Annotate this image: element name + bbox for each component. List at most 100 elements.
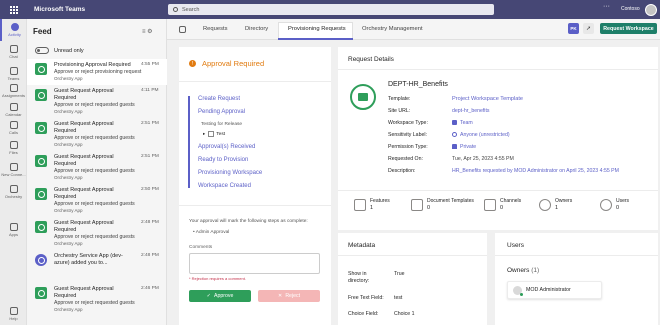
step-approvals-received[interactable]: Approval(s) Received bbox=[198, 144, 255, 150]
step-create-request[interactable]: Create Request bbox=[198, 96, 240, 102]
feed-item-time: 2:46 PM bbox=[141, 286, 159, 291]
step-pending-approval[interactable]: Pending Approval bbox=[198, 109, 245, 115]
detail-value[interactable]: Project Workspace Template bbox=[452, 96, 652, 102]
detail-value-text: dept-hr_benefits bbox=[452, 108, 490, 114]
rail-item-apps[interactable]: Apps bbox=[0, 219, 27, 241]
help-icon bbox=[9, 307, 18, 315]
divider bbox=[338, 69, 658, 70]
reject-label: Reject bbox=[285, 293, 301, 299]
unread-only-label: Unread only bbox=[54, 47, 84, 54]
send-icon[interactable]: ➚ bbox=[583, 23, 594, 34]
divider bbox=[495, 255, 658, 256]
approval-note: Your approval will mark the following st… bbox=[189, 219, 308, 224]
rejection-error: * Rejection requires a comment. bbox=[189, 276, 246, 281]
approve-button[interactable]: ✓ Approve bbox=[189, 290, 251, 302]
app-launcher-icon[interactable] bbox=[8, 4, 20, 16]
stat-owners[interactable]: Owners 1 bbox=[539, 198, 572, 211]
stat-features[interactable]: Features 1 bbox=[354, 198, 390, 211]
stat-channels[interactable]: Channels 0 bbox=[484, 198, 521, 211]
expand-caret-icon[interactable]: ▸ bbox=[203, 131, 205, 137]
rail-item-orchestry[interactable]: Orchestry bbox=[0, 181, 27, 203]
approval-header: ! Approval Required bbox=[189, 59, 264, 68]
rail-item-calls[interactable]: Calls bbox=[0, 117, 27, 139]
request-workspace-button[interactable]: Request Workspace bbox=[600, 23, 657, 34]
detail-value-text: Tue, Apr 25, 2023 4:55 PM bbox=[452, 156, 514, 162]
stat-text: Document Templates 0 bbox=[427, 198, 474, 211]
avatar[interactable] bbox=[645, 4, 657, 16]
search-input[interactable]: Search bbox=[168, 4, 494, 15]
detail-value: Anyone (unrestricted) bbox=[452, 132, 652, 138]
feed-item-description: Approve or reject requested guests bbox=[54, 201, 135, 207]
detail-value-text: HR_Benefits requested by MOD Administrat… bbox=[452, 168, 619, 174]
tab-requests[interactable]: Requests bbox=[203, 26, 228, 32]
feed-item[interactable]: Guest Request Approval Required 2:48 PM Ap… bbox=[27, 217, 167, 250]
org-name: Contoso bbox=[621, 6, 640, 12]
divider bbox=[179, 81, 331, 82]
assignments-icon bbox=[9, 84, 18, 92]
stat-label: Features bbox=[370, 198, 390, 204]
comments-label: Comments bbox=[189, 245, 213, 250]
feed-item[interactable]: Guest Request Approval Required 2:46 PM Ap… bbox=[27, 283, 167, 316]
detail-value[interactable]: dept-hr_benefits bbox=[452, 108, 652, 114]
step-provisioning-workspace[interactable]: Provisioning Workspace bbox=[198, 170, 262, 176]
stat-document-templates[interactable]: Document Templates 0 bbox=[411, 198, 474, 211]
bell-icon bbox=[10, 23, 19, 31]
orchestry-app-icon bbox=[35, 63, 47, 75]
search-icon bbox=[173, 7, 178, 12]
tabs-app-icon[interactable] bbox=[179, 26, 186, 33]
feed-item-description: Approve or reject requested guests bbox=[54, 102, 135, 108]
step-workspace-created[interactable]: Workspace Created bbox=[198, 183, 251, 189]
unread-only-toggle[interactable]: Unread only bbox=[35, 47, 84, 54]
feed-item[interactable]: Guest Request Approval Required 2:51 PM Ap… bbox=[27, 118, 167, 151]
owner-card[interactable]: MOD Administrator bbox=[507, 281, 602, 299]
user-chip[interactable]: PK bbox=[568, 23, 579, 34]
stats-row: Features 1 Document Templates 0 Channels 0 Own… bbox=[348, 198, 648, 216]
test-checkbox-row[interactable]: ▸ Test bbox=[203, 131, 225, 137]
comments-field[interactable] bbox=[189, 253, 320, 274]
owners-label: Owners bbox=[507, 267, 530, 274]
metadata-label: Show in directory: bbox=[348, 271, 370, 284]
step-ready-to-provision[interactable]: Ready to Provision bbox=[198, 157, 248, 163]
rail-item-chat[interactable]: Chat bbox=[0, 41, 27, 63]
warning-icon: ! bbox=[189, 60, 196, 67]
reject-button[interactable]: ✕ Reject bbox=[258, 290, 320, 302]
divider bbox=[338, 190, 658, 191]
metadata-panel: Metadata Show in directory: True Free Te… bbox=[338, 233, 487, 325]
filter-icon[interactable]: ≡ ⚙ bbox=[142, 28, 153, 35]
feed-item-time: 2:51 PM bbox=[141, 121, 159, 126]
users-panel: Users Owners (1) MOD Administrator bbox=[495, 233, 658, 325]
tab-provisioning-requests[interactable]: Provisioning Requests bbox=[288, 26, 346, 32]
search-placeholder: Search bbox=[182, 6, 200, 13]
detail-value: HR_Benefits requested by MOD Administrat… bbox=[452, 168, 652, 174]
orchestry-app-icon bbox=[35, 188, 47, 200]
stat-label: Users bbox=[616, 198, 630, 204]
more-options-icon[interactable]: ··· bbox=[603, 3, 610, 10]
feed-item-title: Guest Request Approval Required bbox=[54, 187, 114, 200]
feed-item[interactable]: Provisioning Approval Required 4:55 PM App… bbox=[27, 59, 167, 85]
rail-item-label: Apps bbox=[8, 232, 19, 237]
detail-value: Tue, Apr 25, 2023 4:55 PM bbox=[452, 156, 652, 162]
rail-item-activity[interactable]: Activity bbox=[0, 19, 27, 41]
feed-item-description: Approve or reject requested guests bbox=[54, 135, 135, 141]
feed-item[interactable]: Guest Request Approval Required 4:11 PM Ap… bbox=[27, 85, 167, 118]
rail-item-help[interactable]: Help bbox=[0, 303, 27, 325]
feed-item[interactable]: Orchestry Service App (dev-azure) added … bbox=[27, 250, 167, 283]
toggle-switch[interactable] bbox=[35, 47, 49, 54]
tab-orchestry-management[interactable]: Orchestry Management bbox=[362, 26, 423, 32]
rail-item-new-conne[interactable]: New Conne... bbox=[0, 159, 27, 181]
feed-item-title: Guest Request Approval Required bbox=[54, 286, 114, 299]
detail-value-text: Private bbox=[460, 144, 477, 150]
rail-item-label: Chat bbox=[9, 54, 18, 59]
feed-item-title: Guest Request Approval Required bbox=[54, 121, 114, 134]
stat-label: Document Templates bbox=[427, 198, 474, 204]
stat-text: Owners 1 bbox=[555, 198, 572, 211]
stat-users[interactable]: Users 0 bbox=[600, 198, 629, 211]
stat-label: Owners bbox=[555, 198, 573, 204]
tab-directory[interactable]: Directory bbox=[245, 26, 268, 32]
feed-item-source: Orchestry App bbox=[54, 142, 83, 147]
rail-item-files[interactable]: Files bbox=[0, 137, 27, 159]
feed-item[interactable]: Guest Request Approval Required 2:50 PM Ap… bbox=[27, 184, 167, 217]
feed-item[interactable]: Guest Request Approval Required 2:51 PM Ap… bbox=[27, 151, 167, 184]
detail-label: Template: bbox=[388, 96, 411, 102]
test-checkbox[interactable] bbox=[208, 131, 215, 137]
